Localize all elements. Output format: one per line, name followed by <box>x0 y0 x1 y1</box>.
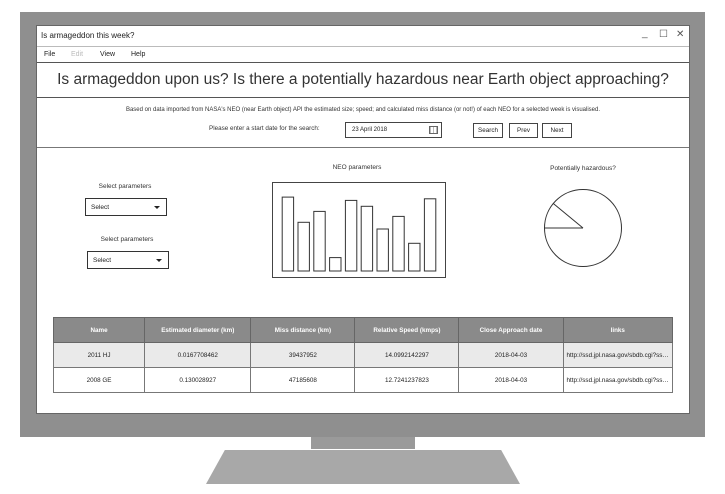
bar-chart <box>281 196 437 272</box>
table-row: 2011 HJ 0.0167708462 39437952 14.0992142… <box>52 342 674 368</box>
bar-9 <box>408 242 421 272</box>
description-text: Based on data imported from NASA's NEO (… <box>125 107 601 113</box>
param-select-2[interactable]: Select <box>87 251 169 269</box>
start-date-input[interactable]: 23 April 2018 <box>345 122 442 138</box>
cell-link[interactable]: http://ssd.jpl.nasa.gov/sbdb.cgi?sstr=35… <box>562 342 674 368</box>
pie-chart-title: Potentially hazardous? <box>550 165 616 172</box>
bar-8 <box>392 215 405 272</box>
param-select-1[interactable]: Select <box>85 198 167 216</box>
maximize-button[interactable]: ☐ <box>659 29 668 40</box>
cell-approach-date: 2018-04-03 <box>458 342 564 368</box>
chevron-down-icon <box>154 206 160 209</box>
bar-chart-title: NEO parameters <box>332 164 382 171</box>
param-select-1-value: Select <box>91 204 110 211</box>
col-header-diameter[interactable]: Estimated diameter (km) <box>144 317 252 343</box>
close-button[interactable]: ✕ <box>676 29 684 40</box>
cell-diameter: 0.130028927 <box>144 367 252 393</box>
bar-6 <box>360 205 374 272</box>
bar-3 <box>313 210 326 272</box>
pie-chart <box>544 189 622 267</box>
params-label-2: Select parameters <box>100 236 154 243</box>
menu-help[interactable]: Help <box>131 51 145 58</box>
start-date-value: 23 April 2018 <box>352 127 388 133</box>
params-label-1: Select parameters <box>98 183 152 190</box>
cell-miss-distance: 47185608 <box>250 367 356 393</box>
monitor-stand-neck <box>311 437 415 449</box>
cell-link[interactable]: http://ssd.jpl.nasa.gov/sbdb.cgi?sstr=34… <box>562 367 674 393</box>
bar-5 <box>344 199 358 272</box>
title-bar: Is armageddon this week? _ ☐ ✕ <box>37 26 689 47</box>
cell-name: 2011 HJ <box>52 342 146 368</box>
menu-edit[interactable]: Edit <box>71 51 83 58</box>
bar-7 <box>376 228 389 272</box>
neo-table: Name Estimated diameter (km) Miss distan… <box>52 317 674 393</box>
col-header-approach-date[interactable]: Close Approach date <box>458 317 564 343</box>
next-button[interactable]: Next <box>542 123 572 138</box>
bar-2 <box>297 221 310 272</box>
cell-speed: 14.0992142297 <box>354 342 460 368</box>
col-header-speed[interactable]: Relative Speed (kmps) <box>354 317 460 343</box>
col-header-miss-distance[interactable]: Miss distance (km) <box>250 317 356 343</box>
bar-chart-frame <box>272 182 446 278</box>
table-header-row: Name Estimated diameter (km) Miss distan… <box>52 317 674 343</box>
bar-1 <box>281 196 295 272</box>
window-title: Is armageddon this week? <box>41 31 135 40</box>
page-headline: Is armageddon upon us? Is there a potent… <box>37 62 689 98</box>
bar-10 <box>423 198 437 272</box>
cell-approach-date: 2018-04-03 <box>458 367 564 393</box>
cell-diameter: 0.0167708462 <box>144 342 252 368</box>
minimize-button[interactable]: _ <box>642 28 648 39</box>
table-row: 2008 GE 0.130028927 47185608 12.72412378… <box>52 367 674 393</box>
date-prompt-label: Please enter a start date for the search… <box>209 125 320 132</box>
cell-speed: 12.7241237823 <box>354 367 460 393</box>
app-window: Is armageddon this week? _ ☐ ✕ File Edit… <box>36 25 690 414</box>
col-header-name[interactable]: Name <box>52 317 146 343</box>
menu-bar: File Edit View Help <box>37 47 689 62</box>
cell-name: 2008 GE <box>52 367 146 393</box>
monitor-stand-base <box>206 450 520 484</box>
cell-miss-distance: 39437952 <box>250 342 356 368</box>
chevron-down-icon <box>156 259 162 262</box>
col-header-links[interactable]: links <box>562 317 674 343</box>
calendar-icon[interactable] <box>429 126 438 134</box>
menu-view[interactable]: View <box>100 51 115 58</box>
prev-button[interactable]: Prev <box>509 123 538 138</box>
param-select-2-value: Select <box>93 257 112 264</box>
bar-4 <box>329 257 342 272</box>
search-button[interactable]: Search <box>473 123 503 138</box>
section-divider <box>37 147 689 148</box>
menu-file[interactable]: File <box>44 51 55 58</box>
